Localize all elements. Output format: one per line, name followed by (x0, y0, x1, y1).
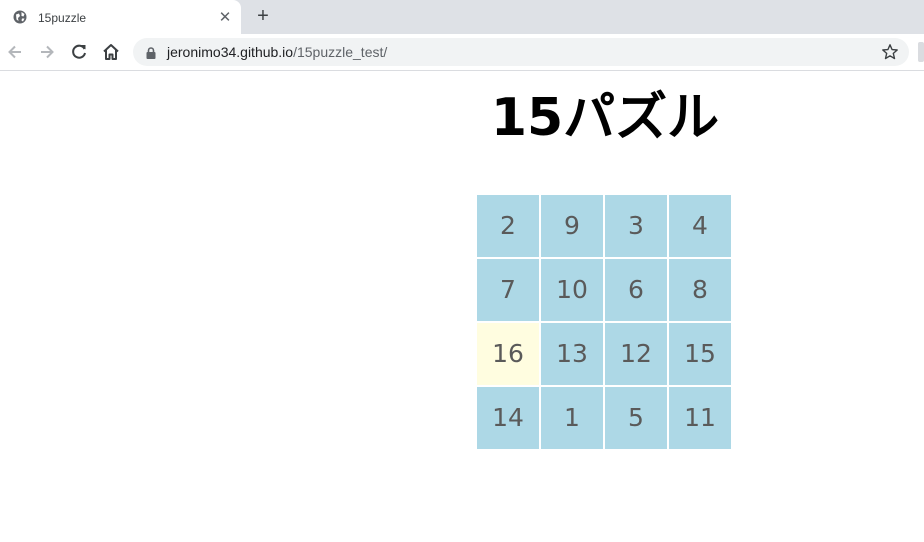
puzzle-tile[interactable]: 5 (605, 387, 667, 449)
address-bar[interactable]: jeronimo34.github.io/15puzzle_test/ (133, 38, 909, 66)
puzzle-tile[interactable]: 10 (541, 259, 603, 321)
globe-icon (13, 10, 27, 24)
forward-arrow-icon[interactable] (35, 40, 59, 64)
puzzle-tile[interactable]: 15 (669, 323, 731, 385)
puzzle-tile-empty[interactable]: 16 (477, 323, 539, 385)
home-icon[interactable] (99, 40, 123, 64)
back-arrow-icon[interactable] (3, 40, 27, 64)
puzzle-tile[interactable]: 9 (541, 195, 603, 257)
extension-edge (918, 42, 924, 62)
url-path: /15puzzle_test/ (293, 44, 388, 60)
puzzle-tile[interactable]: 6 (605, 259, 667, 321)
puzzle-tile[interactable]: 1 (541, 387, 603, 449)
puzzle-tile[interactable]: 7 (477, 259, 539, 321)
puzzle-tile[interactable]: 8 (669, 259, 731, 321)
new-tab-button[interactable]: + (252, 5, 274, 27)
tab-strip: 15puzzle ✕ + (0, 0, 924, 34)
browser-tab[interactable]: 15puzzle ✕ (0, 0, 241, 34)
tab-title: 15puzzle (38, 11, 87, 25)
lock-icon (146, 46, 156, 59)
bookmark-star-icon[interactable] (881, 43, 899, 61)
puzzle-tile[interactable]: 14 (477, 387, 539, 449)
puzzle-tile[interactable]: 12 (605, 323, 667, 385)
reload-icon[interactable] (67, 40, 91, 64)
puzzle-tile[interactable]: 11 (669, 387, 731, 449)
browser-toolbar: jeronimo34.github.io/15puzzle_test/ (0, 34, 924, 71)
close-tab-icon[interactable]: ✕ (216, 9, 234, 27)
puzzle-tile[interactable]: 13 (541, 323, 603, 385)
puzzle-tile[interactable]: 3 (605, 195, 667, 257)
page-title: 15パズル (490, 88, 720, 148)
url-host: jeronimo34.github.io (167, 44, 294, 60)
page-content: 15パズル 2 9 3 4 7 10 6 8 16 13 12 15 14 1 5 11 (0, 71, 924, 542)
url-text[interactable]: jeronimo34.github.io/15puzzle_test/ (167, 44, 387, 60)
puzzle-tile[interactable]: 4 (669, 195, 731, 257)
puzzle-board: 2 9 3 4 7 10 6 8 16 13 12 15 14 1 5 11 (477, 195, 733, 451)
puzzle-tile[interactable]: 2 (477, 195, 539, 257)
